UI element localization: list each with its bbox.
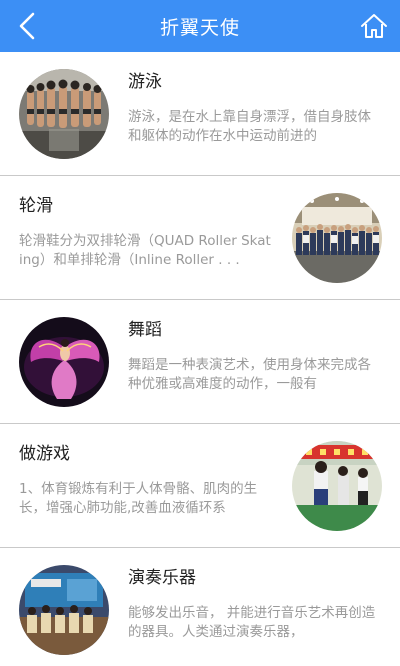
list-item-dance[interactable]: 舞蹈 舞蹈是一种表演艺术，使用身体来完成各种优雅或高难度的动作，一般有 xyxy=(0,300,400,424)
children-game-photo xyxy=(292,441,382,531)
list-item-instruments[interactable]: 演奏乐器 能够发出乐音， 并能进行音乐艺术再创造的器具。人类通过演奏乐器， xyxy=(0,548,400,666)
list-item-text: 舞蹈 舞蹈是一种表演艺术，使用身体来完成各种优雅或高难度的动作，一般有 xyxy=(128,316,380,394)
back-button[interactable] xyxy=(12,10,42,42)
list-item-text: 演奏乐器 能够发出乐音， 并能进行音乐艺术再创造的器具。人类通过演奏乐器， xyxy=(128,564,380,642)
list-item-desc: 舞蹈是一种表演艺术，使用身体来完成各种优雅或高难度的动作，一般有 xyxy=(128,357,371,392)
list-item-text: 游泳 游泳，是在水上靠自身漂浮，借自身肢体和躯体的动作在水中运动前进的 xyxy=(128,68,380,146)
orchestra-photo xyxy=(19,565,109,655)
list-item-desc: 1、体育锻炼有利于人体骨骼、肌肉的生长，增强心肺功能,改善血液循环系 xyxy=(19,481,258,516)
list-item-title: 做游戏 xyxy=(19,444,70,464)
chevron-left-icon xyxy=(19,12,35,40)
swimmers-photo xyxy=(19,69,109,159)
list-item-text: 做游戏 1、体育锻炼有利于人体骨骼、肌肉的生长，增强心肺功能,改善血液循环系 xyxy=(19,440,271,518)
list-item-title: 轮滑 xyxy=(19,196,53,216)
list-item-desc: 能够发出乐音， 并能进行音乐艺术再创造的器具。人类通过演奏乐器， xyxy=(128,605,376,640)
app-header: 折翼天使 xyxy=(0,0,400,52)
list-item-desc: 轮滑鞋分为双排轮滑（QUAD Roller Skating）和单排轮滑（Inli… xyxy=(19,233,271,268)
activity-list: 游泳 游泳，是在水上靠自身漂浮，借自身肢体和躯体的动作在水中运动前进的 轮滑 轮… xyxy=(0,52,400,666)
list-item-roller-skating[interactable]: 轮滑 轮滑鞋分为双排轮滑（QUAD Roller Skating）和单排轮滑（I… xyxy=(0,176,400,300)
home-icon xyxy=(361,14,387,38)
list-item-title: 游泳 xyxy=(128,72,162,92)
list-item-swimming[interactable]: 游泳 游泳，是在水上靠自身漂浮，借自身肢体和躯体的动作在水中运动前进的 xyxy=(0,52,400,176)
home-button[interactable] xyxy=(358,11,390,41)
page-title: 折翼天使 xyxy=(159,16,240,39)
list-item-desc: 游泳，是在水上靠自身漂浮，借自身肢体和躯体的动作在水中运动前进的 xyxy=(128,109,371,144)
dancer-photo xyxy=(19,317,109,407)
list-item-title: 演奏乐器 xyxy=(128,568,196,588)
list-item-games[interactable]: 做游戏 1、体育锻炼有利于人体骨骼、肌肉的生长，增强心肺功能,改善血液循环系 xyxy=(0,424,400,548)
list-item-title: 舞蹈 xyxy=(128,320,162,340)
list-item-text: 轮滑 轮滑鞋分为双排轮滑（QUAD Roller Skating）和单排轮滑（I… xyxy=(19,192,271,270)
group-photo xyxy=(292,193,382,283)
